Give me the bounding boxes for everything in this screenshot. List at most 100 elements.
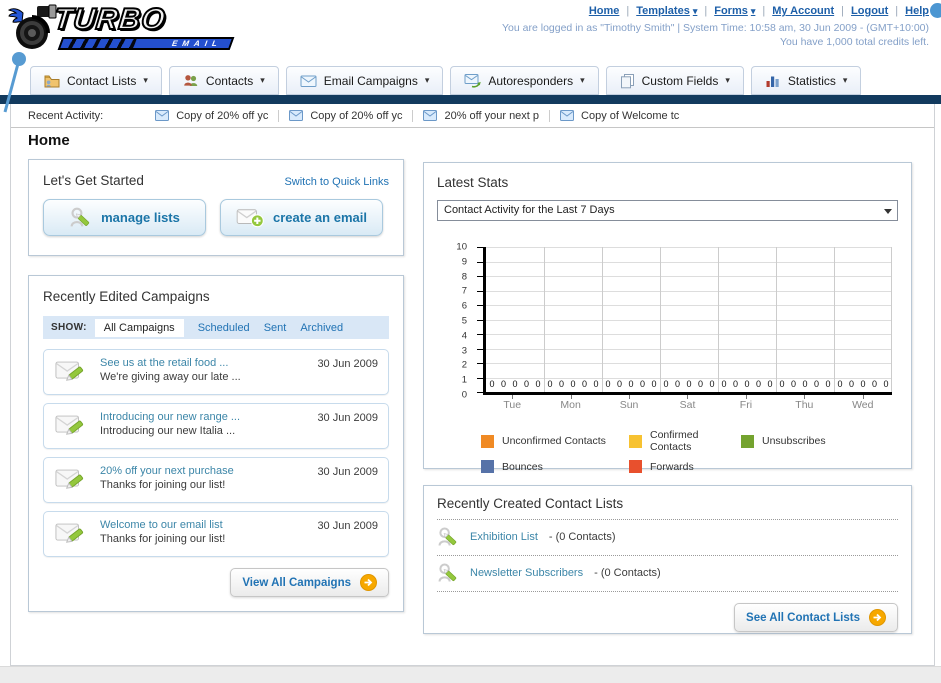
turbo-email-app: TURBO EMAIL Home | Templates ▾ | Forms ▾ | My…	[0, 0, 941, 683]
campaign-title-link[interactable]: Welcome to our email list	[100, 519, 302, 531]
stats-range-select[interactable]: Contact Activity for the Last 7 Days	[437, 200, 898, 221]
chevron-down-icon: ▾	[143, 75, 148, 85]
nav-my-account[interactable]: My Account	[772, 5, 834, 17]
nav-separator: |	[626, 5, 630, 17]
envelope-plus-icon	[236, 208, 264, 227]
contact-list-link[interactable]: Exhibition List	[470, 531, 538, 543]
left-column: Let's Get Started Switch to Quick Links	[28, 159, 404, 612]
switch-quick-links[interactable]: Switch to Quick Links	[284, 176, 389, 188]
campaigns-title: Recently Edited Campaigns	[43, 289, 210, 304]
chevron-down-icon: ▾	[692, 5, 698, 16]
nav-templates[interactable]: Templates ▾	[636, 5, 697, 17]
filter-sent[interactable]: Sent	[264, 322, 287, 334]
campaign-title-link[interactable]: Introducing our new range ...	[100, 411, 302, 423]
envelope-pencil-icon	[55, 469, 84, 489]
filter-all-campaigns[interactable]: All Campaigns	[94, 318, 184, 337]
envelope-icon	[289, 110, 304, 121]
person-pencil-icon	[70, 207, 90, 227]
campaign-title-link[interactable]: 20% off your next purchase	[100, 465, 302, 477]
campaign-date: 30 Jun 2009	[317, 520, 378, 532]
login-info: You are logged in as "Timothy Smith" | S…	[502, 22, 929, 34]
campaign-date: 30 Jun 2009	[317, 466, 378, 478]
chart-plot: 0 0 0 0 00 0 0 0 00 0 0 0 00 0 0 0 00 0 …	[477, 247, 892, 395]
recent-activity-item[interactable]: 20% off your next p	[413, 109, 551, 122]
bottom-strip	[0, 666, 941, 683]
tab-contacts[interactable]: Contacts ▾	[168, 66, 279, 95]
navy-divider	[0, 95, 941, 104]
arrow-circle-icon	[360, 574, 377, 591]
filter-archived[interactable]: Archived	[300, 322, 343, 334]
campaign-subtitle: Thanks for joining our list!	[100, 479, 226, 491]
campaign-filter-bar: SHOW: All Campaigns Scheduled Sent Archi…	[43, 316, 389, 339]
envelope-pencil-icon	[55, 523, 84, 543]
legend-swatch	[481, 434, 494, 448]
contact-lists-title: Recently Created Contact Lists	[437, 496, 898, 520]
chevron-down-icon: ▾	[424, 75, 430, 85]
turbo-email-logo[interactable]: TURBO EMAIL	[8, 2, 235, 52]
campaign-row[interactable]: See us at the retail food ... We're givi…	[43, 349, 389, 395]
recent-activity-items: Copy of 20% off yc Copy of 20% off yc 20…	[145, 109, 689, 122]
tab-statistics[interactable]: Statistics ▾	[750, 66, 862, 95]
recent-activity-item-label: Copy of 20% off yc	[176, 109, 269, 122]
nav-separator: |	[841, 5, 845, 17]
chevron-down-icon: ▾	[842, 75, 848, 85]
campaign-row[interactable]: Welcome to our email list Thanks for joi…	[43, 511, 389, 557]
contact-activity-chart: 10 9 8 7 6 5 4 3 2 1 0 0 0 0 0 00 0 0 0 00 0 0 0 0…	[437, 242, 892, 413]
get-started-panel: Let's Get Started Switch to Quick Links	[28, 159, 404, 256]
envelope-pencil-icon	[55, 415, 84, 435]
chart-legend: Unconfirmed Contacts Confirmed Contacts …	[481, 429, 898, 473]
tab-email-campaigns[interactable]: Email Campaigns ▾	[285, 66, 444, 95]
contact-list-count: - (0 Contacts)	[548, 531, 616, 543]
create-email-button[interactable]: create an email	[220, 199, 383, 236]
right-column: Latest Stats Contact Activity for the La…	[423, 162, 912, 634]
legend-label: Confirmed Contacts	[650, 429, 699, 453]
see-all-contact-lists-button[interactable]: See All Contact Lists	[734, 603, 898, 632]
help-bubble-icon	[930, 3, 941, 18]
stats-panel: Latest Stats Contact Activity for the La…	[423, 162, 912, 473]
folder-contacts-icon	[44, 75, 60, 87]
campaign-subtitle: Thanks for joining our list!	[100, 533, 226, 545]
campaign-date: 30 Jun 2009	[317, 358, 378, 370]
campaign-row[interactable]: 20% off your next purchase Thanks for jo…	[43, 457, 389, 503]
filter-scheduled[interactable]: Scheduled	[198, 322, 250, 334]
chevron-down-icon: ▾	[580, 75, 585, 85]
contact-list-item[interactable]: Exhibition List - (0 Contacts)	[437, 520, 898, 556]
legend-item: Forwards	[629, 460, 741, 473]
view-all-campaigns-button[interactable]: View All Campaigns	[230, 568, 389, 597]
nav-separator: |	[895, 5, 899, 17]
nav-forms[interactable]: Forms ▾	[714, 5, 755, 17]
legend-swatch	[741, 434, 754, 448]
envelope-icon	[155, 110, 170, 121]
logo-subtitle: EMAIL	[170, 38, 224, 48]
recent-activity-bar: Recent Activity: Copy of 20% off yc Copy…	[11, 104, 934, 128]
campaign-row[interactable]: Introducing our new range ... Introducin…	[43, 403, 389, 449]
tab-custom-fields[interactable]: Custom Fields ▾	[605, 66, 744, 95]
campaign-subtitle: We're giving away our late ...	[100, 371, 241, 383]
recent-activity-item[interactable]: Copy of 20% off yc	[279, 109, 414, 122]
nav-home[interactable]: Home	[589, 5, 620, 17]
campaign-title-link[interactable]: See us at the retail food ...	[100, 357, 302, 369]
manage-lists-button[interactable]: manage lists	[43, 199, 206, 236]
recent-activity-item-label: Copy of Welcome tc	[581, 109, 680, 122]
chart-x-labels: Tue Mon Sun Sat Fri Thu Wed	[483, 395, 892, 413]
page-frame: Recent Activity: Copy of 20% off yc Copy…	[10, 104, 935, 666]
campaign-subtitle: Introducing our new Italia ...	[100, 425, 236, 437]
tab-contact-lists[interactable]: Contact Lists ▾	[30, 66, 162, 95]
contact-list-item[interactable]: Newsletter Subscribers - (0 Contacts)	[437, 556, 898, 592]
legend-swatch	[481, 460, 494, 473]
nav-help[interactable]: Help	[905, 5, 929, 17]
arrow-circle-icon	[869, 609, 886, 626]
envelope-autoresponder-icon	[464, 74, 482, 88]
legend-item: Confirmed Contacts	[629, 429, 741, 453]
header: TURBO EMAIL Home | Templates ▾ | Forms ▾ | My…	[0, 0, 941, 104]
tab-autoresponders[interactable]: Autoresponders ▾	[450, 66, 599, 95]
campaign-rows: See us at the retail food ... We're givi…	[43, 349, 389, 557]
nav-logout[interactable]: Logout	[851, 5, 888, 17]
recent-activity-label: Recent Activity:	[28, 109, 104, 122]
contact-list-link[interactable]: Newsletter Subscribers	[470, 567, 583, 579]
recent-activity-item[interactable]: Copy of 20% off yc	[145, 109, 280, 122]
header-right: Home | Templates ▾ | Forms ▾ | My Account | Lo…	[502, 5, 929, 48]
recent-activity-item[interactable]: Copy of Welcome tc	[550, 110, 689, 122]
legend-item: Unsubscribes	[741, 429, 898, 453]
campaigns-panel: Recently Edited Campaigns SHOW: All Camp…	[28, 275, 404, 612]
